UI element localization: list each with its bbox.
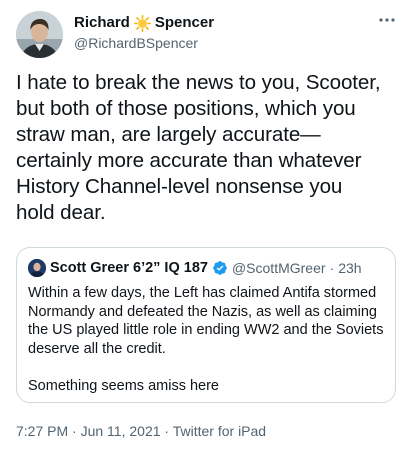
tweet-text: I hate to break the news to you, Scooter… [16, 71, 381, 224]
meta-separator: · [164, 423, 170, 439]
quoted-tweet[interactable]: Scott Greer 6’2” IQ 187 @ScottMGreer · 2… [16, 247, 396, 403]
author-first-name: Richard [74, 14, 130, 31]
author-last-name: Spencer [154, 14, 215, 31]
tweet-source[interactable]: Twitter for iPad [173, 423, 266, 439]
tweet-date[interactable]: Jun 11, 2021 [81, 423, 161, 439]
meta-separator: · [72, 423, 77, 439]
quoted-tweet-text: Within a few days, the Left has claimed … [28, 284, 388, 395]
quoted-paragraph: Something seems amiss here [28, 377, 219, 394]
quoted-author-name[interactable]: Scott Greer 6’2” IQ 187 [50, 259, 208, 277]
quoted-tweet-header: Scott Greer 6’2” IQ 187 @ScottMGreer · 2… [28, 259, 362, 277]
author-name[interactable]: Richard Spencer [74, 14, 214, 32]
verified-badge-icon [212, 260, 228, 276]
author-avatar[interactable] [16, 11, 63, 58]
quoted-paragraph: Within a few days, the Left has claimed … [28, 285, 384, 357]
author-handle[interactable]: @RichardBSpencer [74, 35, 198, 52]
tweet: Richard Spencer @RichardBSpencer I hate … [0, 0, 413, 450]
sun-emoji-icon [133, 14, 151, 32]
tweet-meta: 7:27 PM · Jun 11, 2021 · Twitter for iPa… [16, 423, 266, 440]
more-options-icon[interactable] [377, 12, 397, 28]
quoted-author-handle[interactable]: @ScottMGreer [232, 259, 326, 277]
quoted-separator: · [329, 260, 335, 276]
quoted-author-avatar[interactable] [28, 259, 46, 277]
tweet-time[interactable]: 7:27 PM [16, 423, 68, 439]
quoted-timestamp[interactable]: 23h [338, 259, 361, 277]
